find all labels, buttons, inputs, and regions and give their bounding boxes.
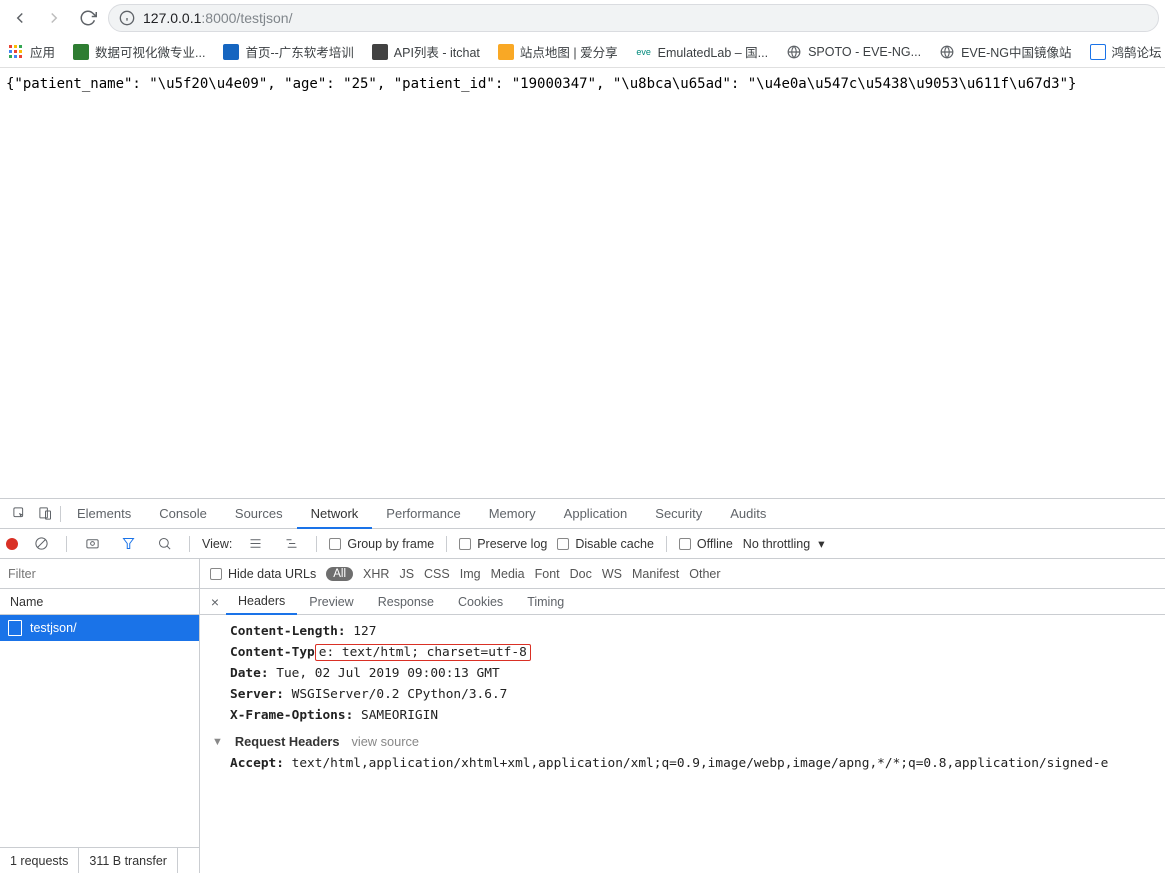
bookmark-item[interactable]: eveEmulatedLab – 国... — [636, 42, 768, 61]
filter-icon[interactable] — [115, 531, 141, 557]
waterfall-icon[interactable] — [278, 531, 304, 557]
favicon-icon: eve — [636, 44, 652, 60]
devtools-tabs: Elements Console Sources Network Perform… — [0, 499, 1165, 529]
offline-checkbox[interactable]: Offline — [679, 537, 733, 551]
disable-cache-checkbox[interactable]: Disable cache — [557, 537, 654, 551]
detail-tab-cookies[interactable]: Cookies — [446, 589, 515, 614]
network-body: Name testjson/ 1 requests 311 B transfer… — [0, 589, 1165, 873]
request-row[interactable]: testjson/ — [0, 615, 199, 641]
filter-font[interactable]: Font — [535, 567, 560, 581]
inspect-icon[interactable] — [6, 501, 32, 527]
response-header-row: Content-Type: text/html; charset=utf-8 — [212, 642, 1153, 663]
detail-tabs: × Headers Preview Response Cookies Timin… — [200, 589, 1165, 615]
record-button[interactable] — [6, 538, 18, 550]
bookmark-item[interactable]: API列表 - itchat — [372, 42, 480, 61]
tab-network[interactable]: Network — [297, 500, 373, 529]
site-info-icon[interactable] — [119, 10, 135, 26]
filter-media[interactable]: Media — [491, 567, 525, 581]
page-content: {"patient_name": "\u5f20\u4e09", "age": … — [0, 68, 1165, 498]
detail-tab-preview[interactable]: Preview — [297, 589, 365, 614]
apps-label: 应用 — [30, 42, 55, 61]
address-bar[interactable]: 127.0.0.1:8000/testjson/ — [108, 4, 1159, 32]
filter-ws[interactable]: WS — [602, 567, 622, 581]
tab-performance[interactable]: Performance — [372, 499, 474, 528]
request-list: Name testjson/ 1 requests 311 B transfer — [0, 589, 200, 873]
chevron-down-icon: ▾ — [818, 536, 824, 551]
bookmark-item[interactable]: 鸿鹄论坛 — [1090, 42, 1162, 61]
bookmark-item[interactable]: SPOTO - EVE-NG... — [786, 44, 921, 60]
group-by-frame-checkbox[interactable]: Group by frame — [329, 537, 434, 551]
bookmarks-bar: 应用 数据可视化微专业... 首页--广东软考培训 API列表 - itchat… — [0, 36, 1165, 68]
network-filter-bar: Hide data URLs All XHR JS CSS Img Media … — [0, 559, 1165, 589]
response-header-row: Date: Tue, 02 Jul 2019 09:00:13 GMT — [212, 663, 1153, 684]
devtools-panel: Elements Console Sources Network Perform… — [0, 498, 1165, 873]
response-header-row: Server: WSGIServer/0.2 CPython/3.6.7 — [212, 684, 1153, 705]
column-name[interactable]: Name — [0, 589, 199, 615]
tab-console[interactable]: Console — [145, 499, 221, 528]
favicon-icon — [73, 44, 89, 60]
favicon-icon — [498, 44, 514, 60]
filter-doc[interactable]: Doc — [570, 567, 592, 581]
forward-button[interactable] — [40, 4, 68, 32]
apps-icon — [8, 44, 24, 60]
tab-memory[interactable]: Memory — [475, 499, 550, 528]
large-rows-icon[interactable] — [242, 531, 268, 557]
filter-js[interactable]: JS — [399, 567, 414, 581]
bookmark-item[interactable]: 首页--广东软考培训 — [223, 42, 353, 61]
filter-img[interactable]: Img — [460, 567, 481, 581]
view-source-link[interactable]: view source — [351, 734, 419, 749]
request-list-footer: 1 requests 311 B transfer — [0, 847, 199, 873]
apps-button[interactable]: 应用 — [8, 42, 55, 61]
filter-manifest[interactable]: Manifest — [632, 567, 679, 581]
globe-icon — [939, 44, 955, 60]
filter-all[interactable]: All — [326, 567, 353, 581]
filter-other[interactable]: Other — [689, 567, 720, 581]
chevron-down-icon: ▼ — [212, 736, 223, 748]
detail-scroll[interactable]: Content-Length: 127 Content-Type: text/h… — [200, 615, 1165, 873]
tab-sources[interactable]: Sources — [221, 499, 297, 528]
bookmark-item[interactable]: 站点地图 | 爱分享 — [498, 42, 618, 61]
detail-tab-headers[interactable]: Headers — [226, 590, 297, 615]
tab-security[interactable]: Security — [641, 499, 716, 528]
detail-tab-timing[interactable]: Timing — [515, 589, 576, 614]
tab-elements[interactable]: Elements — [63, 499, 145, 528]
globe-icon — [786, 44, 802, 60]
capture-screenshots-icon[interactable] — [79, 531, 105, 557]
preserve-log-checkbox[interactable]: Preserve log — [459, 537, 547, 551]
favicon-icon — [1090, 44, 1106, 60]
device-toggle-icon[interactable] — [32, 501, 58, 527]
detail-tab-response[interactable]: Response — [366, 589, 446, 614]
response-header-row: X-Frame-Options: SAMEORIGIN — [212, 705, 1153, 726]
hide-data-urls-checkbox[interactable]: Hide data URLs — [210, 567, 316, 581]
favicon-icon — [372, 44, 388, 60]
request-detail-pane: × Headers Preview Response Cookies Timin… — [200, 589, 1165, 873]
filter-css[interactable]: CSS — [424, 567, 450, 581]
file-icon — [8, 620, 22, 636]
tab-audits[interactable]: Audits — [716, 499, 780, 528]
content-type-highlight: e: text/html; charset=utf-8 — [315, 644, 531, 661]
search-icon[interactable] — [151, 531, 177, 557]
back-button[interactable] — [6, 4, 34, 32]
favicon-icon — [223, 44, 239, 60]
reload-button[interactable] — [74, 4, 102, 32]
url-text: 127.0.0.1:8000/testjson/ — [143, 10, 292, 26]
response-header-row: Content-Length: 127 — [212, 621, 1153, 642]
bookmark-item[interactable]: 数据可视化微专业... — [73, 42, 205, 61]
throttling-select[interactable]: No throttling ▾ — [743, 536, 825, 551]
request-headers-section[interactable]: ▼ Request Headers view source — [212, 726, 1153, 753]
browser-toolbar: 127.0.0.1:8000/testjson/ — [0, 0, 1165, 36]
view-label: View: — [202, 537, 232, 551]
network-options-bar: View: Group by frame Preserve log Disabl… — [0, 529, 1165, 559]
tab-application[interactable]: Application — [550, 499, 642, 528]
close-detail-button[interactable]: × — [204, 594, 226, 610]
filter-xhr[interactable]: XHR — [363, 567, 389, 581]
filter-input[interactable] — [0, 559, 200, 588]
clear-button[interactable] — [28, 531, 54, 557]
bookmark-item[interactable]: EVE-NG中国镜像站 — [939, 42, 1071, 61]
request-header-row: Accept: text/html,application/xhtml+xml,… — [212, 753, 1153, 774]
